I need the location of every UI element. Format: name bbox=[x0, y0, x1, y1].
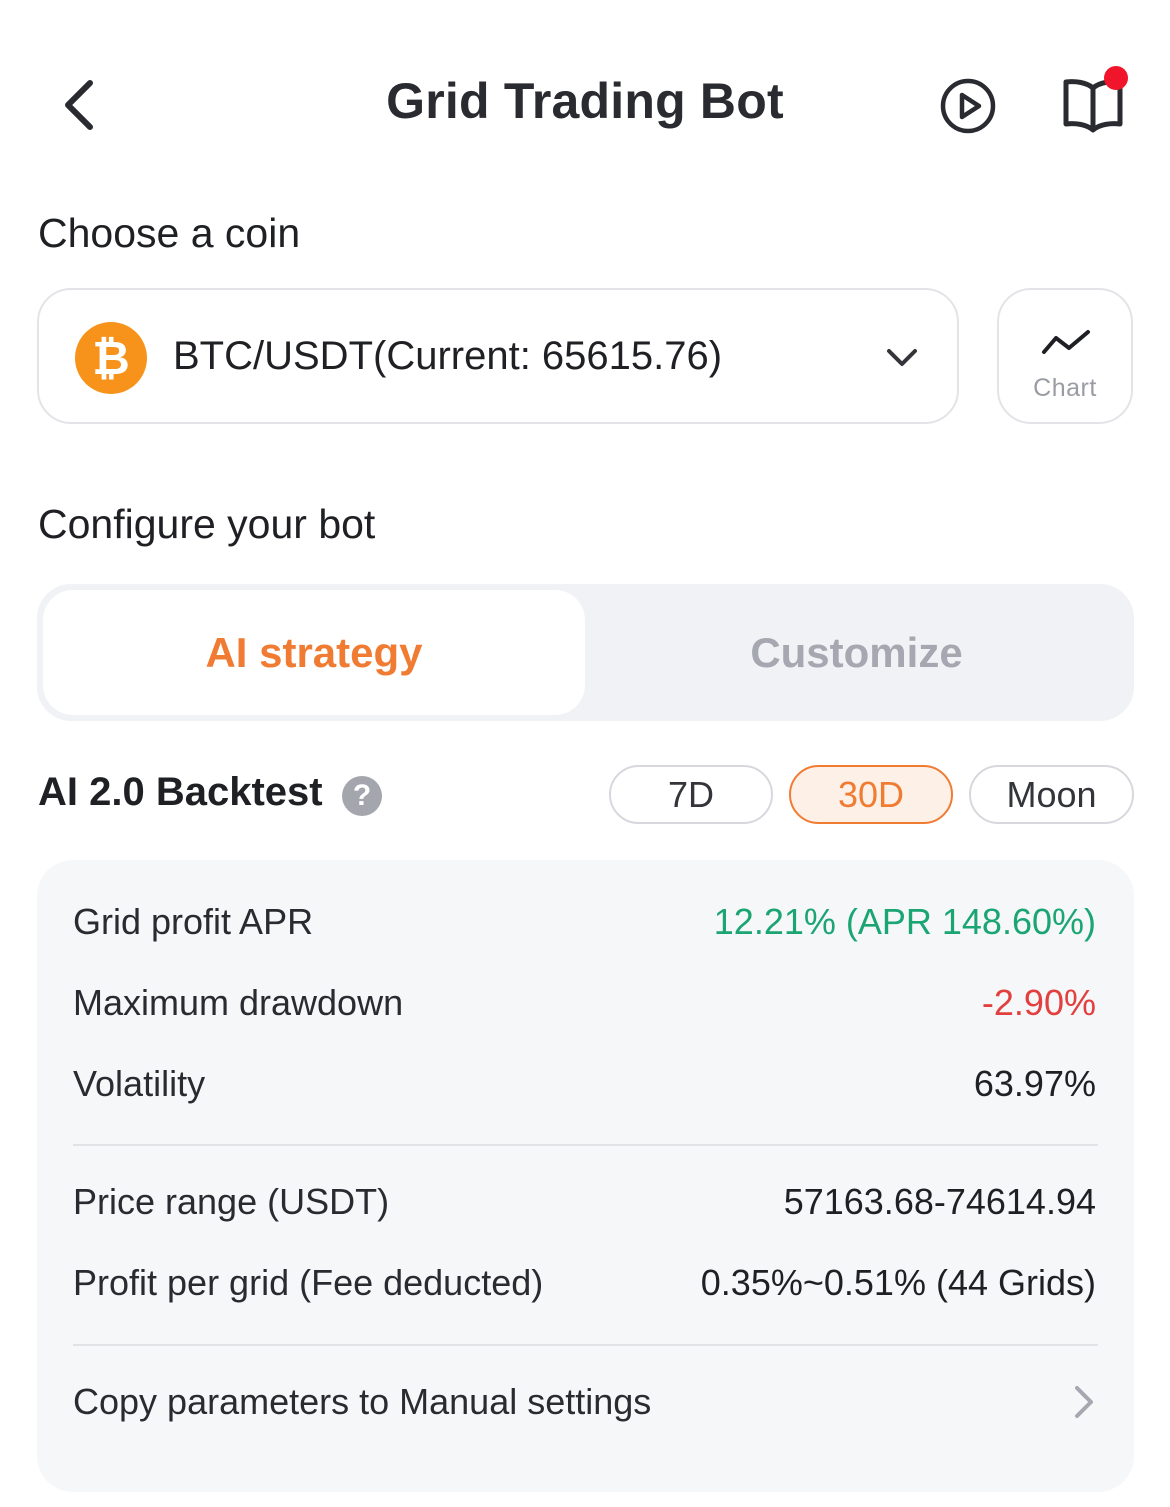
trend-line-icon bbox=[1042, 330, 1090, 354]
price-range-value: 57163.68-74614.94 bbox=[783, 1181, 1096, 1222]
configure-bot-label: Configure your bot bbox=[38, 501, 376, 547]
notification-dot bbox=[1104, 66, 1128, 90]
backtest-results-card: Grid profit APR 12.21% (APR 148.60%) Max… bbox=[37, 860, 1134, 1492]
period-30d-button[interactable]: 30D bbox=[789, 765, 953, 824]
coin-selector[interactable]: ₿ BTC/USDT(Current: 65615.76) bbox=[37, 288, 959, 424]
header: Grid Trading Bot bbox=[0, 0, 1170, 200]
volatility-value: 63.97% bbox=[973, 1063, 1096, 1104]
guide-button[interactable] bbox=[1056, 66, 1136, 142]
help-icon[interactable]: ? bbox=[342, 776, 382, 816]
grid-profit-apr-row: Grid profit APR 12.21% (APR 148.60%) bbox=[73, 897, 1096, 947]
grid-profit-apr-label: Grid profit APR bbox=[73, 901, 314, 942]
copy-parameters-row[interactable]: Copy parameters to Manual settings bbox=[73, 1376, 1096, 1428]
price-range-row: Price range (USDT) 57163.68-74614.94 bbox=[73, 1177, 1096, 1227]
bitcoin-icon: ₿ bbox=[75, 322, 147, 394]
strategy-tabs: AI strategy Customize bbox=[37, 584, 1134, 721]
divider bbox=[73, 1344, 1098, 1346]
chart-label: Chart bbox=[1033, 374, 1097, 402]
max-drawdown-row: Maximum drawdown -2.90% bbox=[73, 978, 1096, 1028]
chevron-down-icon bbox=[887, 349, 917, 366]
period-moon-button[interactable]: Moon bbox=[969, 765, 1134, 824]
max-drawdown-value: -2.90% bbox=[981, 982, 1096, 1023]
coin-pair-text: BTC/USDT(Current: 65615.76) bbox=[173, 334, 723, 378]
profit-per-grid-row: Profit per grid (Fee deducted) 0.35%~0.5… bbox=[73, 1258, 1096, 1308]
tab-ai-strategy[interactable]: AI strategy bbox=[43, 590, 585, 715]
profit-per-grid-label: Profit per grid (Fee deducted) bbox=[73, 1262, 544, 1303]
profit-per-grid-value: 0.35%~0.51% (44 Grids) bbox=[700, 1262, 1096, 1303]
grid-profit-apr-value: 12.21% (APR 148.60%) bbox=[713, 901, 1096, 942]
tab-customize[interactable]: Customize bbox=[585, 590, 1128, 715]
backtest-title: AI 2.0 Backtest bbox=[38, 770, 323, 814]
divider bbox=[73, 1144, 1098, 1146]
max-drawdown-label: Maximum drawdown bbox=[73, 982, 404, 1023]
copy-parameters-label: Copy parameters to Manual settings bbox=[73, 1381, 652, 1422]
period-7d-button[interactable]: 7D bbox=[609, 765, 773, 824]
price-range-label: Price range (USDT) bbox=[73, 1181, 390, 1222]
play-video-button[interactable] bbox=[936, 76, 1000, 136]
chart-button[interactable]: Chart bbox=[997, 288, 1133, 424]
volatility-label: Volatility bbox=[73, 1063, 206, 1104]
choose-coin-label: Choose a coin bbox=[38, 210, 301, 256]
play-circle-icon bbox=[940, 78, 996, 134]
chevron-right-icon bbox=[1075, 1386, 1093, 1418]
volatility-row: Volatility 63.97% bbox=[73, 1059, 1096, 1109]
